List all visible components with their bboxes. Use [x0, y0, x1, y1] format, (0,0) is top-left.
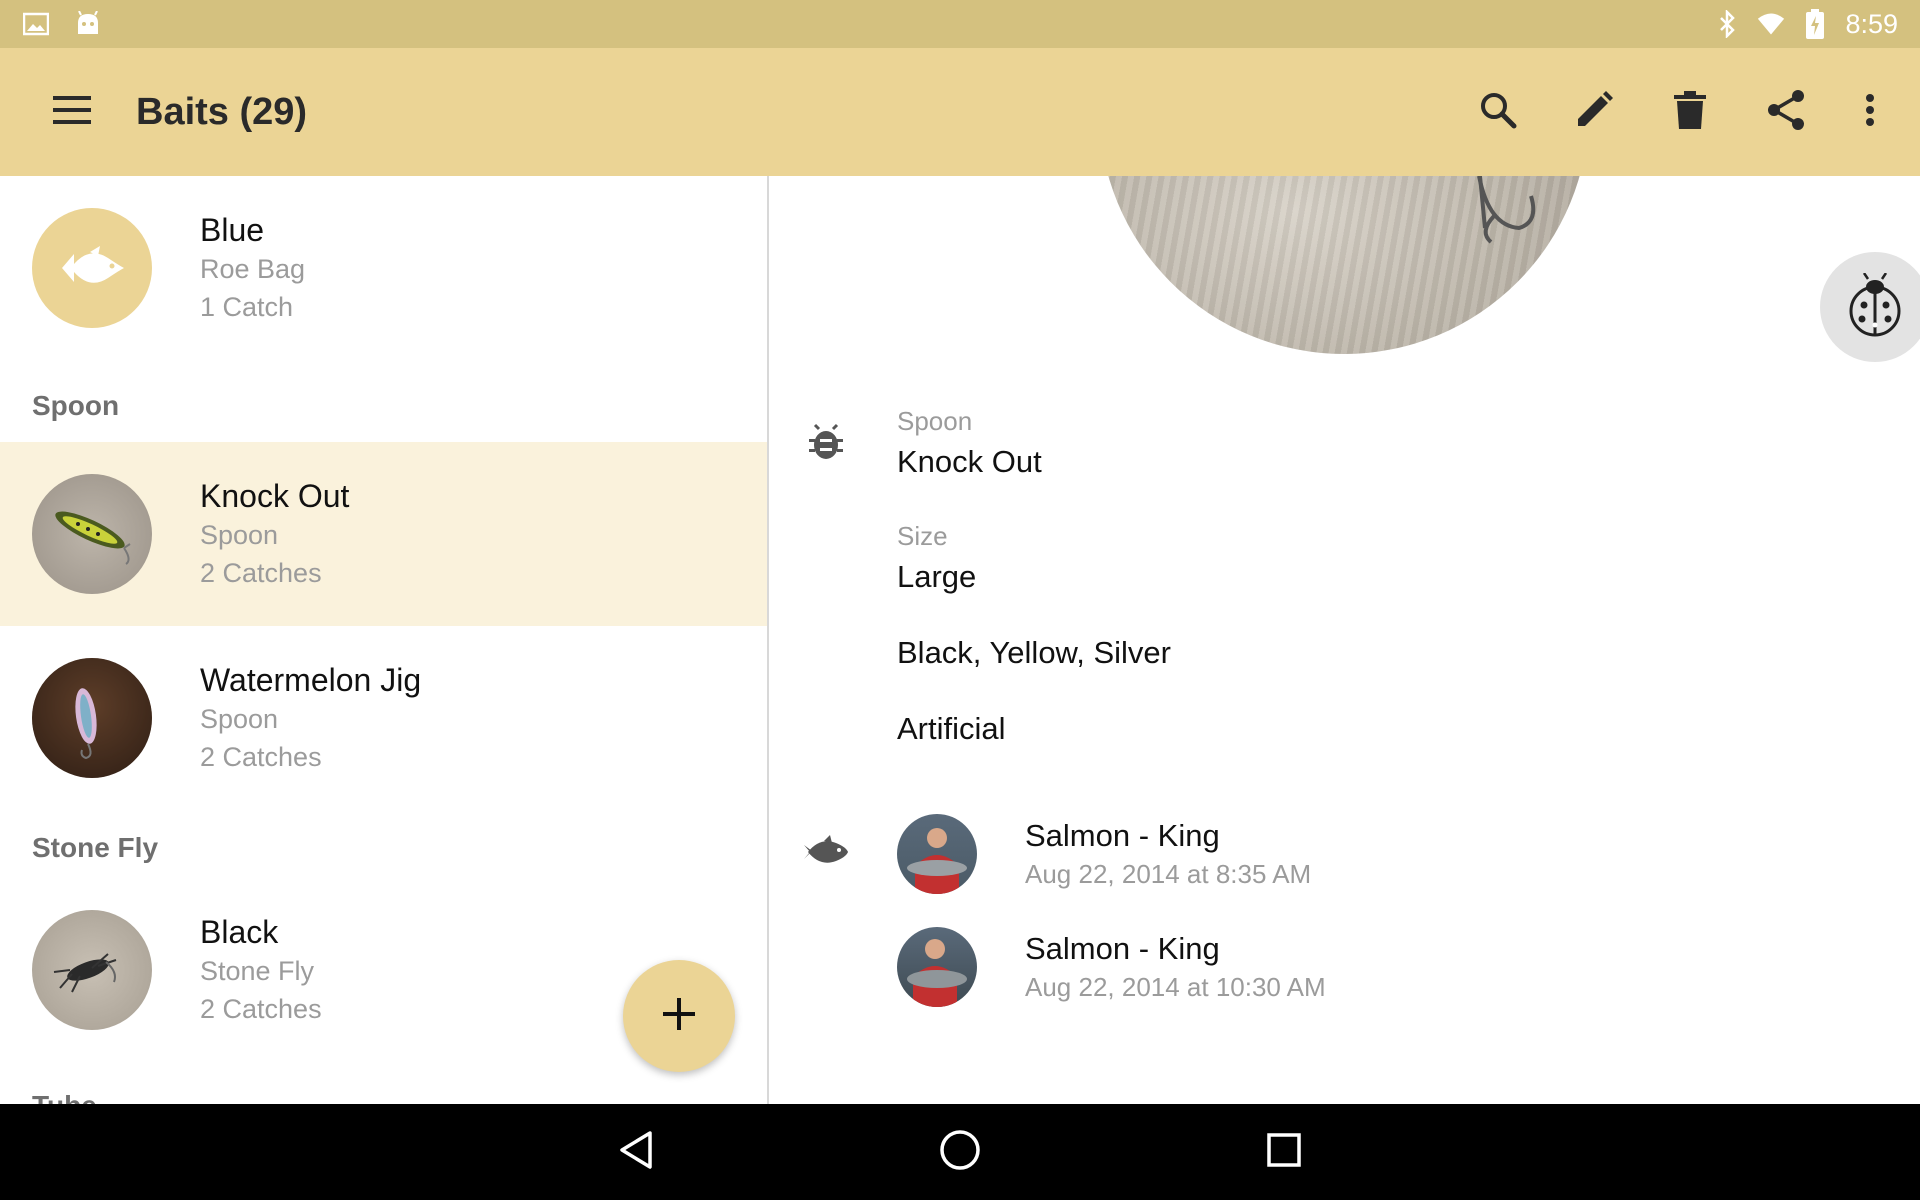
recents-icon: [1266, 1132, 1302, 1173]
catch-date: Aug 22, 2014 at 8:35 AM: [1025, 859, 1312, 889]
bait-name: Blue: [200, 212, 265, 248]
bait-placeholder-avatar: [32, 208, 152, 328]
system-nav-bar: [0, 1104, 1920, 1200]
bait-detail-pane[interactable]: Spoon Knock Out Size Large Black, Yellow…: [769, 176, 1920, 1104]
size-label: Size: [897, 521, 948, 551]
bait-hero-photo: [1099, 176, 1589, 354]
catch-photo: [897, 927, 977, 1007]
bait-photo: [32, 658, 152, 778]
catch-list-item[interactable]: Salmon - King Aug 22, 2014 at 10:30 AM: [897, 927, 1326, 1007]
overflow-menu-button[interactable]: [1834, 64, 1906, 160]
bait-type: Artificial: [897, 711, 1006, 746]
wifi-icon: [1757, 10, 1785, 38]
list-item[interactable]: Blue Roe Bag 1 Catch: [0, 176, 767, 360]
delete-icon: [1674, 90, 1706, 134]
bait-colors: Black, Yellow, Silver: [897, 635, 1171, 670]
bait-type: Spoon: [200, 520, 279, 550]
size-value: Large: [897, 559, 977, 594]
fish-icon: [804, 830, 848, 874]
bait-photo: [32, 910, 152, 1030]
ladybug-icon: [1848, 271, 1902, 342]
catch-species: Salmon - King: [1025, 818, 1220, 853]
bait-type: Stone Fly: [200, 956, 315, 986]
bait-name: Knock Out: [200, 478, 350, 514]
bait-name: Watermelon Jig: [200, 662, 422, 698]
edit-icon: [1575, 90, 1613, 134]
add-bait-button[interactable]: [623, 960, 735, 1072]
app-toolbar: Baits (29): [0, 48, 1920, 176]
catch-date: Aug 22, 2014 at 10:30 AM: [1025, 972, 1326, 1002]
section-header-spoon: Spoon: [32, 390, 120, 421]
bait-name: Knock Out: [897, 444, 1042, 479]
add-icon: [663, 997, 695, 1035]
fish-icon: [60, 244, 126, 297]
catch-count: 1 Catch: [200, 292, 294, 322]
back-button[interactable]: [606, 1122, 666, 1182]
bluetooth-icon: [1713, 10, 1741, 38]
share-icon: [1767, 89, 1805, 135]
section-header-tube: Tube: [32, 1090, 97, 1104]
page-title: Baits (29): [136, 90, 308, 133]
catch-count: 2 Catches: [200, 994, 322, 1024]
menu-button[interactable]: [42, 82, 102, 142]
menu-icon: [53, 95, 91, 129]
bait-list[interactable]: Blue Roe Bag 1 Catch Spoon Knock Out Spo…: [0, 176, 767, 1104]
home-icon: [939, 1129, 981, 1176]
bait-name: Black: [200, 914, 279, 950]
share-button[interactable]: [1738, 64, 1834, 160]
android-icon: [74, 10, 102, 38]
more-vert-icon: [1865, 93, 1875, 132]
edit-button[interactable]: [1546, 64, 1642, 160]
section-header-stone-fly: Stone Fly: [32, 832, 159, 863]
bait-photo: [32, 474, 152, 594]
home-button[interactable]: [930, 1122, 990, 1182]
recents-button[interactable]: [1254, 1122, 1314, 1182]
bug-icon: [804, 420, 848, 464]
status-bar: 8:59: [0, 0, 1920, 48]
battery-icon: [1801, 9, 1829, 39]
image-icon: [22, 10, 50, 38]
bait-type: Spoon: [200, 704, 279, 734]
search-button[interactable]: [1450, 64, 1546, 160]
catch-count: 2 Catches: [200, 742, 322, 772]
catch-photo: [897, 814, 977, 894]
delete-button[interactable]: [1642, 64, 1738, 160]
bait-category: Spoon: [897, 406, 973, 436]
catch-count: 2 Catches: [200, 558, 322, 588]
catch-species: Salmon - King: [1025, 931, 1220, 966]
clock: 8:59: [1845, 8, 1898, 39]
list-item[interactable]: Watermelon Jig Spoon 2 Catches: [0, 626, 767, 810]
back-icon: [618, 1130, 654, 1175]
list-item-selected[interactable]: Knock Out Spoon 2 Catches: [0, 442, 767, 626]
search-icon: [1479, 91, 1517, 134]
catch-list-item[interactable]: Salmon - King Aug 22, 2014 at 8:35 AM: [897, 814, 1311, 894]
bait-type: Roe Bag: [200, 254, 306, 284]
debug-button[interactable]: [1820, 252, 1920, 362]
